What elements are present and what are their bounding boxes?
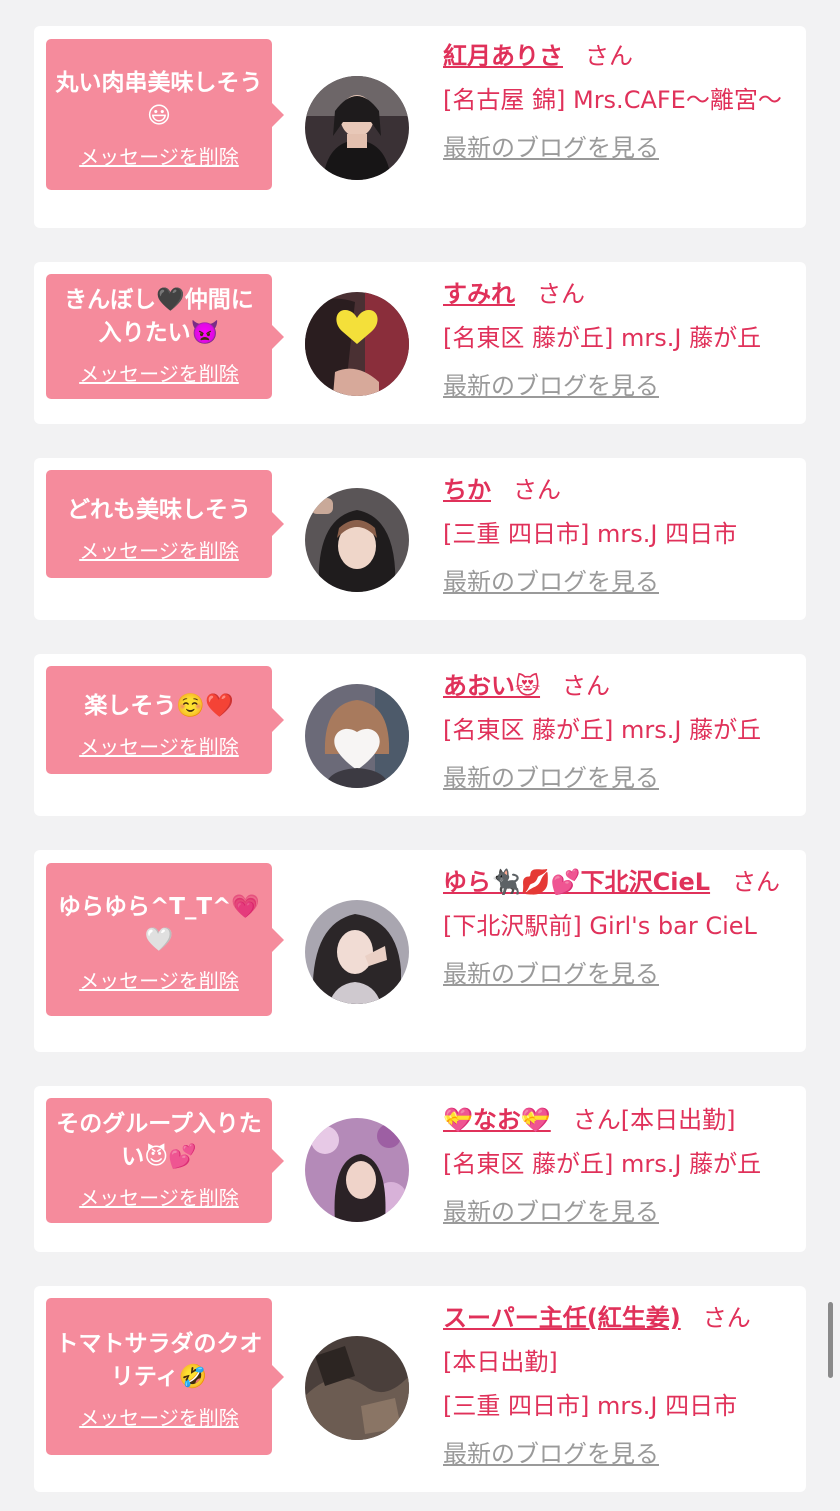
honorific: さん xyxy=(702,1304,751,1332)
avatar[interactable] xyxy=(305,488,409,592)
delete-message-link[interactable]: メッセージを削除 xyxy=(79,141,239,170)
delete-message-link[interactable]: メッセージを削除 xyxy=(79,358,239,387)
avatar[interactable] xyxy=(305,292,409,396)
latest-blog-link[interactable]: 最新のブログを見る xyxy=(443,1432,795,1476)
latest-blog-link[interactable]: 最新のブログを見る xyxy=(443,1190,795,1234)
shop-location: [名古屋 錦] Mrs.CAFE～離宮～ xyxy=(443,86,782,114)
cast-name-link[interactable]: スーパー主任(紅生姜) xyxy=(443,1304,681,1332)
status-label: [本日出勤] xyxy=(443,1348,558,1376)
honorific: さん xyxy=(585,42,633,70)
message-text: そのグループ入りたい😈💕 xyxy=(56,1111,262,1170)
cast-name-link[interactable]: ちか xyxy=(443,476,491,504)
cast-info: ゆら🐈‍⬛💋💕下北沢CieL さん [下北沢駅前] Girl's bar CieL… xyxy=(443,860,795,996)
message-card: きんぼし🖤仲間に入りたい👿 メッセージを削除 すみれ さん [名東区 藤が丘] m… xyxy=(34,262,806,424)
status-label: [本日出勤] xyxy=(620,1106,736,1134)
cast-info: すみれ さん [名東区 藤が丘] mrs.J 藤が丘 最新のブログを見る xyxy=(443,272,795,408)
message-bubble: きんぼし🖤仲間に入りたい👿 メッセージを削除 xyxy=(46,274,284,399)
shop-location: [三重 四日市] mrs.J 四日市 xyxy=(443,520,738,548)
shop-location: [三重 四日市] mrs.J 四日市 xyxy=(443,1392,738,1420)
message-bubble: どれも美味しそう メッセージを削除 xyxy=(46,470,284,578)
honorific: さん xyxy=(562,672,611,700)
message-text: きんぼし🖤仲間に入りたい👿 xyxy=(64,287,254,346)
delete-message-link[interactable]: メッセージを削除 xyxy=(79,731,239,760)
cast-info: 紅月ありさ さん [名古屋 錦] Mrs.CAFE～離宮～ 最新のブログを見る xyxy=(443,34,795,170)
avatar[interactable] xyxy=(305,1336,409,1440)
avatar[interactable] xyxy=(305,1118,409,1222)
latest-blog-link[interactable]: 最新のブログを見る xyxy=(443,364,795,408)
message-bubble: ゆらゆら^T_T^💗🤍 メッセージを削除 xyxy=(46,863,284,1016)
delete-message-link[interactable]: メッセージを削除 xyxy=(79,535,239,564)
delete-message-link[interactable]: メッセージを削除 xyxy=(79,1182,239,1211)
cast-info: ちか さん [三重 四日市] mrs.J 四日市 最新のブログを見る xyxy=(443,468,795,604)
cast-info: 💝なお💝 さん[本日出勤] [名東区 藤が丘] mrs.J 藤が丘 最新のブログを… xyxy=(443,1098,795,1234)
message-card: どれも美味しそう メッセージを削除 ちか さん [三重 四日市] mrs.J 四日… xyxy=(34,458,806,620)
cast-name-link[interactable]: すみれ xyxy=(443,280,515,308)
avatar[interactable] xyxy=(305,684,409,788)
honorific: さん xyxy=(732,868,781,896)
message-bubble: そのグループ入りたい😈💕 メッセージを削除 xyxy=(46,1098,284,1223)
message-text: トマトサラダのクオリティ🤣 xyxy=(55,1331,263,1390)
cast-name-link[interactable]: ゆら🐈‍⬛💋💕下北沢CieL xyxy=(443,868,710,896)
message-bubble: トマトサラダのクオリティ🤣 メッセージを削除 xyxy=(46,1298,284,1455)
cast-info: あおい😻 さん [名東区 藤が丘] mrs.J 藤が丘 最新のブログを見る xyxy=(443,664,795,800)
shop-location: [名東区 藤が丘] mrs.J 藤が丘 xyxy=(443,324,762,352)
latest-blog-link[interactable]: 最新のブログを見る xyxy=(443,756,795,800)
message-bubble: 楽しそう☺️❤️ メッセージを削除 xyxy=(46,666,284,774)
honorific: さん xyxy=(513,476,561,504)
delete-message-link[interactable]: メッセージを削除 xyxy=(79,1402,239,1431)
message-card: そのグループ入りたい😈💕 メッセージを削除 💝なお💝 さん[本日出勤] [名東区 … xyxy=(34,1086,806,1252)
message-text: どれも美味しそう xyxy=(67,497,251,523)
shop-location: [名東区 藤が丘] mrs.J 藤が丘 xyxy=(443,716,762,744)
message-bubble: 丸い肉串美味しそう😃 メッセージを削除 xyxy=(46,39,284,190)
message-card: ゆらゆら^T_T^💗🤍 メッセージを削除 ゆら🐈‍⬛💋💕下北沢CieL さん [下… xyxy=(34,850,806,1052)
latest-blog-link[interactable]: 最新のブログを見る xyxy=(443,952,795,996)
cast-name-link[interactable]: 紅月ありさ xyxy=(443,42,563,70)
scrollbar[interactable] xyxy=(828,1302,833,1378)
cast-name-link[interactable]: あおい😻 xyxy=(443,672,540,700)
message-card: トマトサラダのクオリティ🤣 メッセージを削除 スーパー主任(紅生姜) さん [本日… xyxy=(34,1286,806,1492)
delete-message-link[interactable]: メッセージを削除 xyxy=(79,965,239,994)
shop-location: [下北沢駅前] Girl's bar CieL xyxy=(443,912,757,940)
message-card: 楽しそう☺️❤️ メッセージを削除 あおい😻 さん [名東区 藤が丘] mrs.J… xyxy=(34,654,806,816)
message-text: 丸い肉串美味しそう😃 xyxy=(55,70,263,129)
avatar[interactable] xyxy=(305,900,409,1004)
cast-name-link[interactable]: 💝なお💝 xyxy=(443,1106,551,1134)
cast-info: スーパー主任(紅生姜) さん [本日出勤] [三重 四日市] mrs.J 四日市 … xyxy=(443,1296,795,1476)
message-text: ゆらゆら^T_T^💗🤍 xyxy=(57,894,261,953)
latest-blog-link[interactable]: 最新のブログを見る xyxy=(443,560,795,604)
latest-blog-link[interactable]: 最新のブログを見る xyxy=(443,126,795,170)
shop-location: [名東区 藤が丘] mrs.J 藤が丘 xyxy=(443,1150,762,1178)
honorific: さん xyxy=(572,1106,621,1134)
avatar[interactable] xyxy=(305,76,409,180)
honorific: さん xyxy=(537,280,585,308)
message-text: 楽しそう☺️❤️ xyxy=(84,693,234,719)
message-card: 丸い肉串美味しそう😃 メッセージを削除 紅月ありさ さん [名古屋 錦] Mrs.… xyxy=(34,26,806,228)
